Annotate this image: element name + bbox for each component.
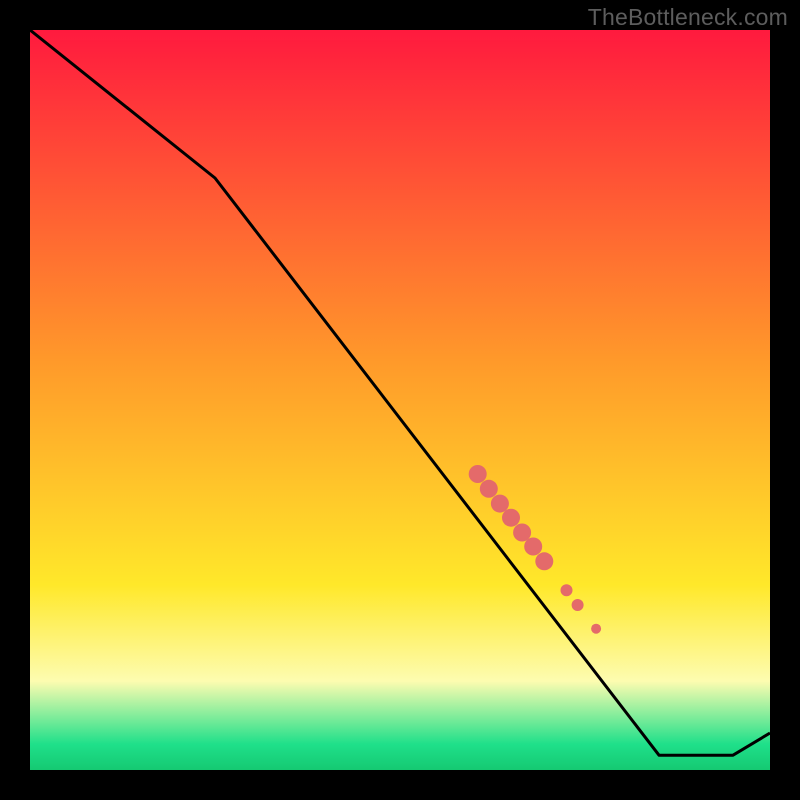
marker-dot xyxy=(480,480,498,498)
chart-overlay xyxy=(30,30,770,770)
marker-dot xyxy=(513,524,531,542)
marker-dot xyxy=(469,465,487,483)
marker-dot xyxy=(572,599,584,611)
marker-dot xyxy=(591,624,601,634)
marker-dot xyxy=(561,584,573,596)
marker-dot xyxy=(491,495,509,513)
marker-dot xyxy=(524,538,542,556)
watermark-text: TheBottleneck.com xyxy=(588,4,788,31)
data-line xyxy=(30,30,770,755)
marker-group xyxy=(469,465,601,634)
plot-area xyxy=(30,30,770,770)
chart-stage: TheBottleneck.com xyxy=(0,0,800,800)
marker-dot xyxy=(535,552,553,570)
marker-dot xyxy=(502,509,520,527)
